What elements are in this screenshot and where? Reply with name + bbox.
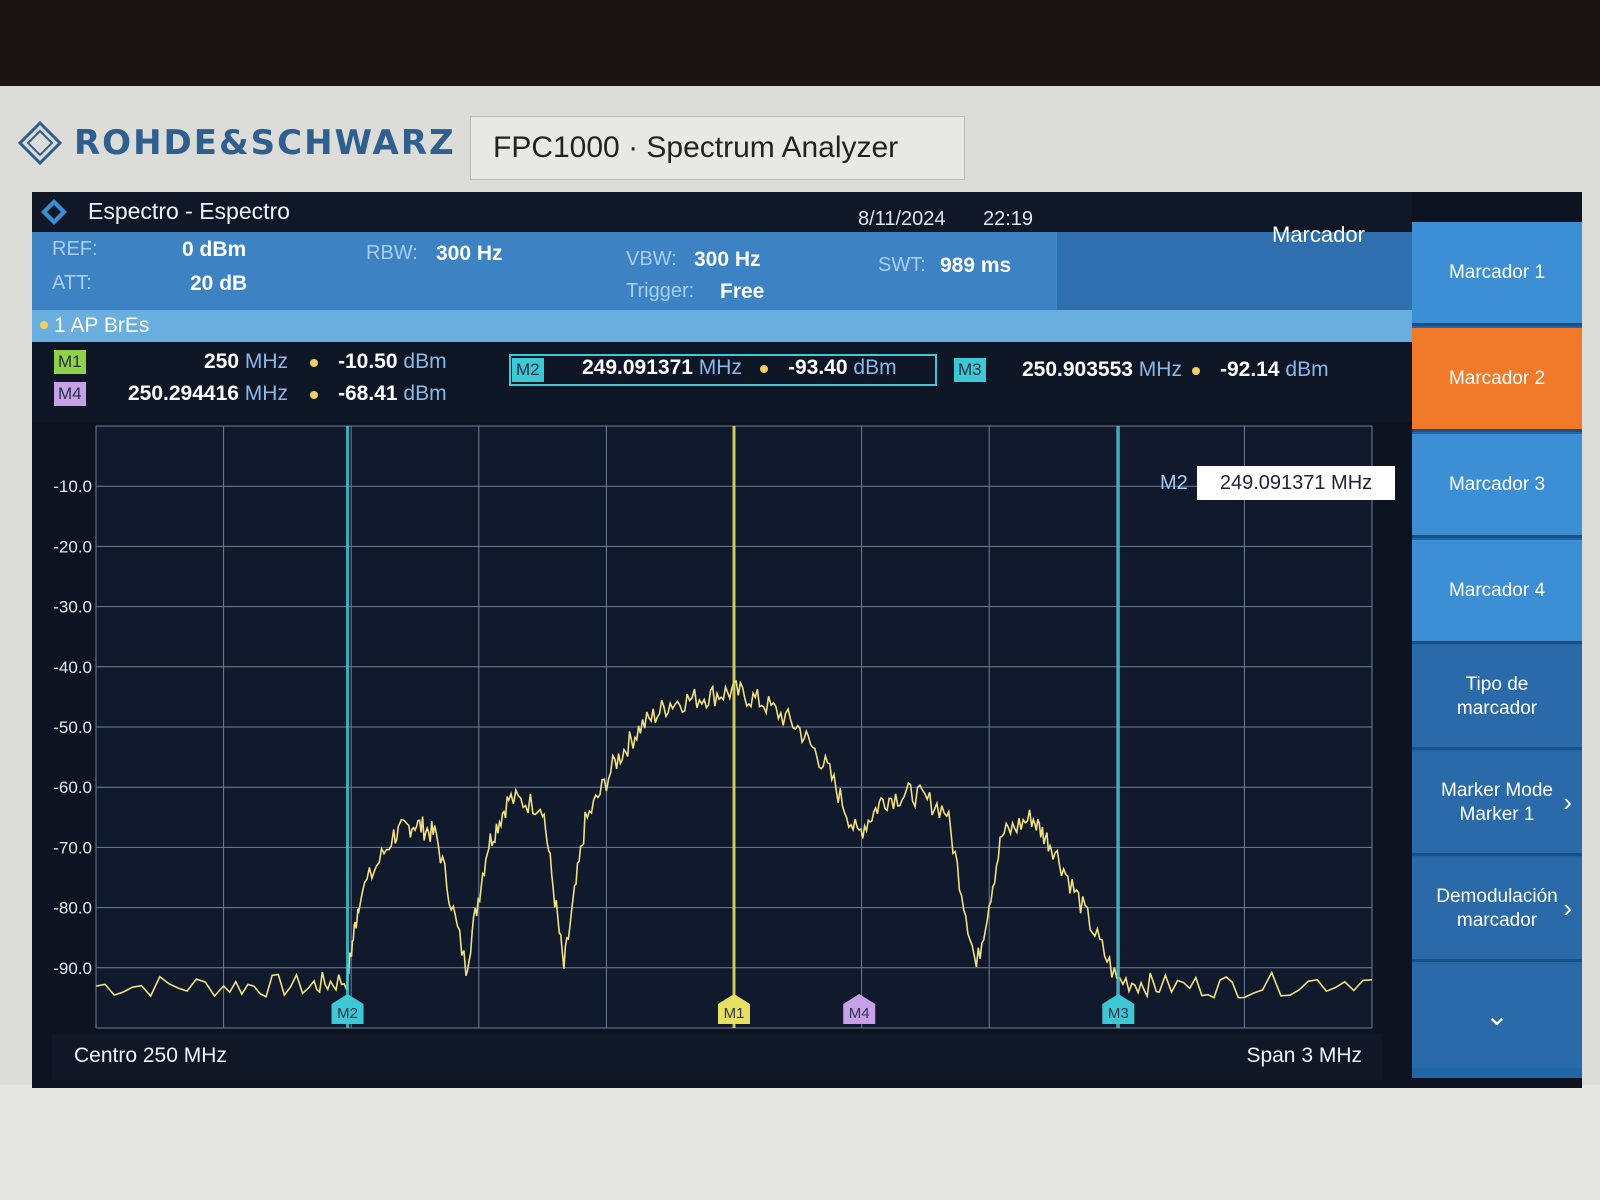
softkey-panel: Marcador 1 Marcador 2 Marcador 3 Marcado… bbox=[1412, 222, 1582, 1078]
softkey-tipo-label1: Tipo de bbox=[1465, 673, 1529, 695]
y-tick-label: -20.0 bbox=[53, 537, 92, 556]
softkey-tipo-marcador[interactable]: Tipo de marcador bbox=[1412, 646, 1582, 750]
chevron-right-icon: › bbox=[1563, 893, 1572, 923]
model-label: FPC1000 · Spectrum Analyzer bbox=[470, 116, 965, 180]
marker-panel-title: Marcador bbox=[1272, 222, 1365, 247]
y-tick-label: -50.0 bbox=[53, 718, 92, 737]
softkey-marcador-2[interactable]: Marcador 2 bbox=[1412, 328, 1582, 432]
softkey-demod-label2: marcador bbox=[1456, 909, 1538, 931]
y-tick-label: -60.0 bbox=[53, 778, 92, 797]
marker-flag-label-m3: M3 bbox=[1108, 1005, 1129, 1022]
softkey-marcador-3[interactable]: Marcador 3 bbox=[1412, 434, 1582, 538]
softkey-tipo-label2: marcador bbox=[1456, 697, 1538, 719]
instrument-bezel-bottom bbox=[0, 1085, 1600, 1200]
y-tick-label: -70.0 bbox=[53, 838, 92, 857]
chevron-down-icon: ⌄ bbox=[1485, 1000, 1509, 1031]
marker-flag-label-m2: M2 bbox=[337, 1005, 358, 1022]
softkey-marcador-3-label: Marcador 3 bbox=[1448, 473, 1546, 495]
rs-logo-icon bbox=[18, 120, 62, 165]
softkey-marcador-1[interactable]: Marcador 1 bbox=[1412, 222, 1582, 326]
y-tick-label: -10.0 bbox=[53, 477, 92, 496]
model-text: FPC1000 · Spectrum Analyzer bbox=[493, 131, 899, 164]
softkey-marcador-2-label: Marcador 2 bbox=[1448, 367, 1546, 389]
spectrum-plot[interactable]: -10.0 -20.0 -30.0 -40.0 -50.0 -60.0 -70.0 -80.0… bbox=[32, 192, 1412, 1088]
softkey-marcador-1-label: Marcador 1 bbox=[1448, 261, 1546, 283]
y-tick-label: -80.0 bbox=[53, 899, 92, 918]
brand-name: ROHDE&SCHWARZ bbox=[74, 122, 456, 163]
softkey-marcador-4-label: Marcador 4 bbox=[1448, 579, 1546, 601]
softkey-demod-label1: Demodulación bbox=[1436, 885, 1558, 907]
softkey-mode-label1: Marker Mode bbox=[1441, 779, 1553, 801]
marker-edit-label: M2 bbox=[1160, 472, 1188, 494]
softkey-demodulacion[interactable]: Demodulación marcador › bbox=[1412, 858, 1582, 962]
span[interactable]: Span 3 MHz bbox=[1246, 1044, 1362, 1068]
y-tick-label: -90.0 bbox=[53, 959, 92, 978]
plot-footer: Centro 250 MHz Span 3 MHz bbox=[52, 1034, 1382, 1080]
softkey-marker-mode[interactable]: Marker Mode Marker 1 › bbox=[1412, 752, 1582, 856]
y-tick-label: -30.0 bbox=[53, 598, 92, 617]
softkey-marcador-4[interactable]: Marcador 4 bbox=[1412, 540, 1582, 644]
analyzer-screen: Espectro - Espectro 8/11/2024 22:19 REF:… bbox=[32, 192, 1582, 1088]
center-frequency[interactable]: Centro 250 MHz bbox=[74, 1044, 227, 1068]
softkey-more[interactable]: ⌄ bbox=[1412, 964, 1582, 1068]
marker-frequency-value: 249.091371 MHz bbox=[1219, 471, 1373, 494]
softkey-mode-label2: Marker 1 bbox=[1459, 803, 1535, 825]
marker-flag-label-m4: M4 bbox=[849, 1005, 870, 1022]
marker-flag-label-m1: M1 bbox=[724, 1005, 745, 1022]
y-tick-label: -40.0 bbox=[53, 658, 92, 677]
chevron-right-icon: › bbox=[1563, 787, 1572, 817]
marker-frequency-input[interactable]: 249.091371 MHz bbox=[1197, 466, 1395, 500]
